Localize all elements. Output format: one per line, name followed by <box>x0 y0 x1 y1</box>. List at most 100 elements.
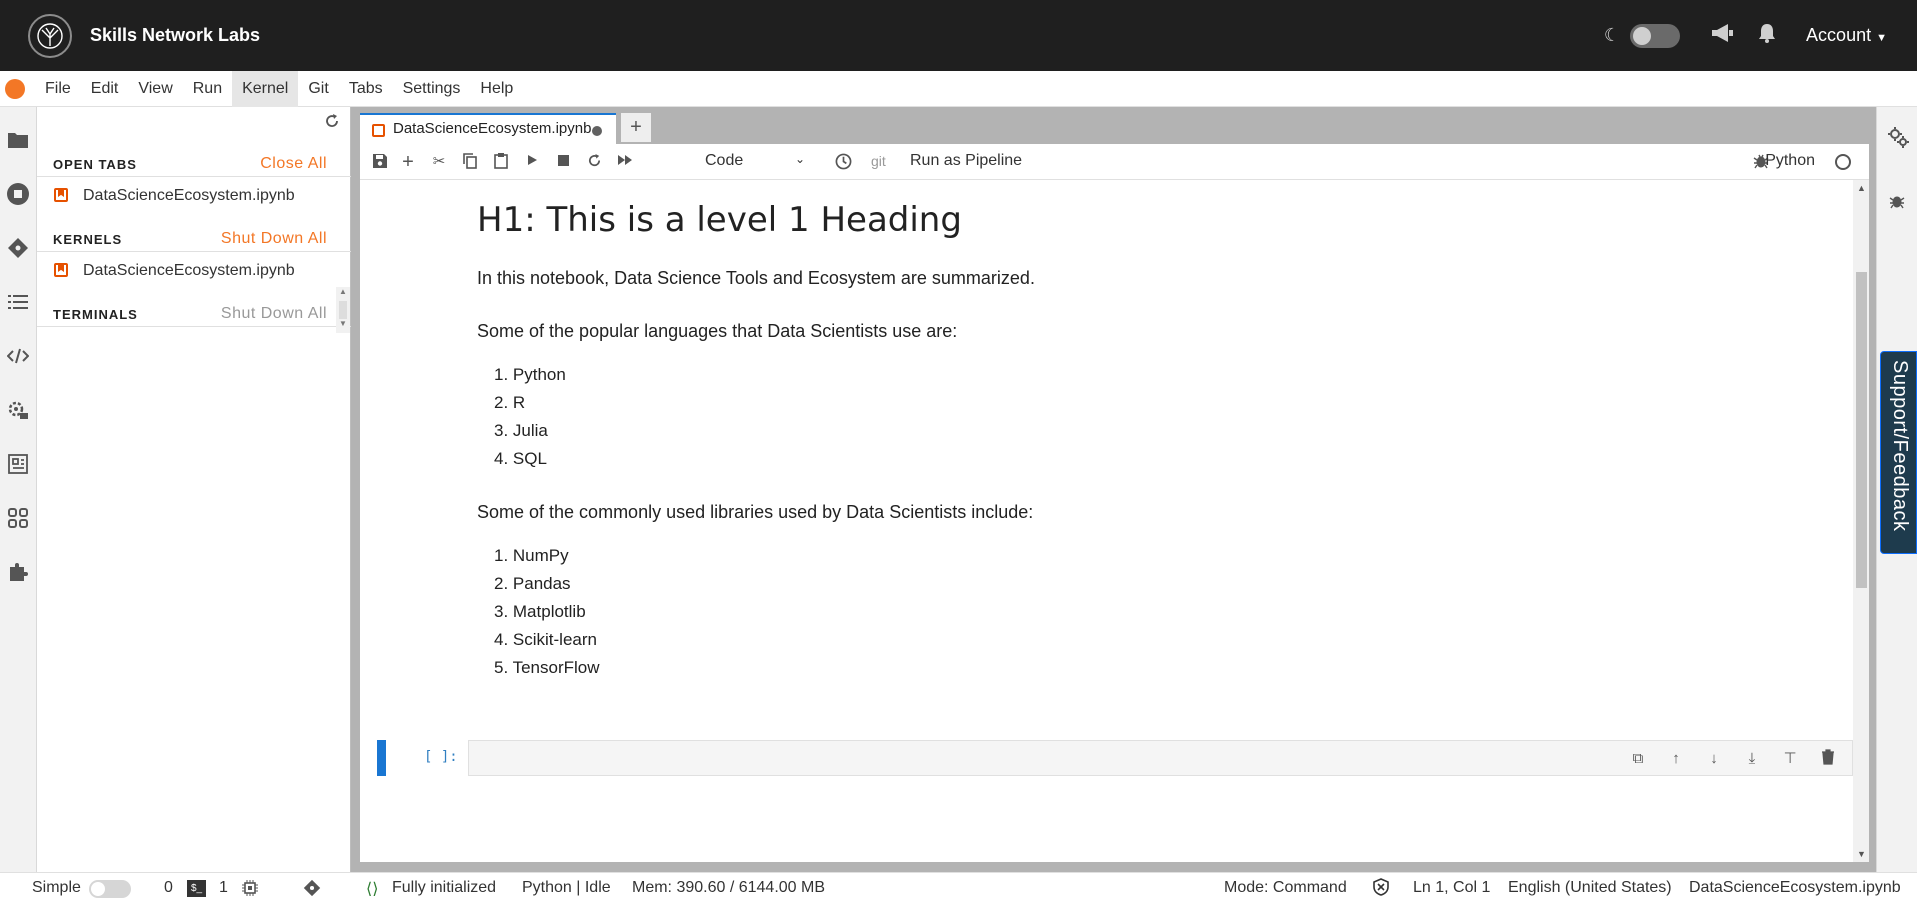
support-feedback-label: Support/Feedback <box>1889 360 1911 532</box>
language-selector[interactable]: English (United States) <box>1508 879 1672 897</box>
duplicate-cell-icon[interactable]: ⧉ <box>1628 749 1648 769</box>
libraries-list: 1. NumPy 2. Pandas 3. Matplotlib 4. Scik… <box>494 542 1677 682</box>
lsp-status-text[interactable]: Fully initialized <box>392 879 496 897</box>
lsp-status-icon[interactable]: ⟨⟩ <box>366 879 378 899</box>
move-up-icon[interactable]: ↑ <box>1666 749 1686 769</box>
code-cell[interactable]: [ ]: ⧉ ↑ ↓ ⤓ ⊤ <box>377 740 1853 776</box>
notebook-area: DataScienceEcosystem.ipynb + + ✂ Code ⌄ … <box>351 107 1876 872</box>
document-tab-bar: DataScienceEcosystem.ipynb + <box>351 107 1876 144</box>
notebook-mode[interactable]: Mode: Command <box>1224 879 1347 897</box>
components-icon[interactable] <box>6 506 30 530</box>
active-cell-indicator <box>377 740 386 776</box>
copy-icon[interactable] <box>461 153 479 171</box>
save-icon[interactable] <box>371 153 389 171</box>
code-editor[interactable]: ⧉ ↑ ↓ ⤓ ⊤ <box>468 740 1853 776</box>
list-item: 2. R <box>494 393 526 412</box>
cell-prompt: [ ]: <box>424 749 458 765</box>
cell-type-select[interactable]: Code ⌄ <box>705 152 805 170</box>
git-branch-icon[interactable] <box>303 879 321 902</box>
terminals-title: TERMINALS <box>53 307 138 322</box>
current-file-name: DataScienceEcosystem.ipynb <box>1689 879 1901 896</box>
open-tabs-title: OPEN TABS <box>53 157 137 172</box>
menu-run[interactable]: Run <box>183 71 232 107</box>
kernel-status[interactable]: Python | Idle <box>522 879 611 897</box>
menu-edit[interactable]: Edit <box>81 71 129 107</box>
code-snippets-icon[interactable] <box>6 344 30 368</box>
open-tab-item[interactable]: DataScienceEcosystem.ipynb <box>37 182 351 210</box>
languages-intro: Some of the popular languages that Data … <box>477 321 958 341</box>
kernel-status-icon <box>1835 154 1851 170</box>
terminal-icon[interactable]: $_ <box>187 880 206 897</box>
kernels-count[interactable]: 1 <box>219 879 228 897</box>
simple-mode-label: Simple <box>32 879 81 896</box>
shut-down-all-kernels-button[interactable]: Shut Down All <box>221 230 327 248</box>
shut-down-all-terminals-button[interactable]: Shut Down All <box>221 305 327 323</box>
scroll-down-icon[interactable]: ▼ <box>1857 849 1866 859</box>
run-as-pipeline-button[interactable]: Run as Pipeline <box>910 152 1022 170</box>
cursor-position[interactable]: Ln 1, Col 1 <box>1413 879 1490 897</box>
shield-icon[interactable] <box>1372 878 1390 901</box>
menu-settings[interactable]: Settings <box>393 71 471 107</box>
scroll-up-icon[interactable]: ▲ <box>336 287 350 301</box>
chevron-down-icon: ⌄ <box>794 152 805 166</box>
markdown-cell[interactable]: H1: This is a level 1 Heading In this no… <box>477 200 1677 711</box>
debugger-panel-icon[interactable] <box>1889 193 1905 214</box>
bell-icon[interactable] <box>1758 23 1776 48</box>
insert-cell-icon[interactable]: + <box>399 152 417 172</box>
terminals-count[interactable]: 0 <box>164 879 173 897</box>
kernel-name[interactable]: Python <box>1765 152 1815 170</box>
merge-cell-icon[interactable]: ⊤ <box>1780 749 1800 769</box>
list-item: 2. Pandas <box>494 574 571 593</box>
close-all-button[interactable]: Close All <box>260 155 327 173</box>
git-icon[interactable] <box>6 236 30 260</box>
restart-run-all-icon[interactable] <box>616 153 634 171</box>
new-launcher-button[interactable]: + <box>621 113 651 142</box>
run-icon[interactable] <box>523 153 541 171</box>
extension-panel-icon[interactable] <box>6 452 30 476</box>
menu-file[interactable]: File <box>35 71 81 107</box>
menu-kernel[interactable]: Kernel <box>232 70 299 107</box>
scroll-down-icon[interactable]: ▼ <box>336 319 350 333</box>
announcement-icon[interactable] <box>1710 23 1734 48</box>
folder-icon[interactable] <box>6 128 30 152</box>
list-item: 5. TensorFlow <box>494 658 600 677</box>
scroll-thumb[interactable] <box>1856 272 1867 588</box>
memory-usage: Mem: 390.60 / 6144.00 MB <box>632 879 825 896</box>
simple-mode-toggle[interactable] <box>89 880 131 898</box>
puzzle-extensions-icon[interactable] <box>6 560 30 584</box>
open-tabs-section: OPEN TABS Close All <box>37 151 351 177</box>
paste-icon[interactable] <box>492 153 510 171</box>
restart-icon[interactable] <box>585 153 603 171</box>
clock-icon[interactable] <box>834 153 852 171</box>
delete-cell-icon[interactable] <box>1818 749 1838 769</box>
property-inspector-icon[interactable] <box>1887 126 1909 153</box>
list-item: 3. Matplotlib <box>494 602 586 621</box>
menu-git[interactable]: Git <box>298 71 338 107</box>
menu-help[interactable]: Help <box>470 71 523 107</box>
unsaved-indicator-icon[interactable] <box>592 126 602 136</box>
git-diff-button[interactable]: git <box>871 153 886 169</box>
panel-scrollbar[interactable]: ▲ ▼ <box>336 287 350 333</box>
notebook-scrollbar[interactable]: ▲ ▼ <box>1853 180 1869 862</box>
stop-icon[interactable] <box>554 153 572 171</box>
notebook-tab[interactable]: DataScienceEcosystem.ipynb <box>360 113 616 144</box>
skills-network-logo[interactable] <box>28 13 72 58</box>
kernel-item[interactable]: DataScienceEcosystem.ipynb <box>37 257 351 285</box>
kernels-section: KERNELS Shut Down All <box>37 226 351 252</box>
support-feedback-button[interactable]: Support/Feedback <box>1880 351 1917 554</box>
insert-below-icon[interactable]: ⤓ <box>1742 749 1762 769</box>
menu-view[interactable]: View <box>128 71 182 107</box>
kernel-label: DataScienceEcosystem.ipynb <box>83 262 295 279</box>
table-of-contents-icon[interactable] <box>6 290 30 314</box>
refresh-icon[interactable] <box>324 113 340 129</box>
account-menu[interactable]: Account ▼ <box>1806 25 1887 46</box>
intro-text: In this notebook, Data Science Tools and… <box>477 268 1035 288</box>
dark-mode-toggle[interactable] <box>1630 23 1681 48</box>
libraries-intro: Some of the commonly used libraries used… <box>477 502 1034 522</box>
move-down-icon[interactable]: ↓ <box>1704 749 1724 769</box>
settings-users-icon[interactable] <box>6 398 30 422</box>
cut-icon[interactable]: ✂ <box>430 153 448 171</box>
running-sessions-icon[interactable] <box>6 182 30 206</box>
scroll-up-icon[interactable]: ▲ <box>1857 183 1866 193</box>
menu-tabs[interactable]: Tabs <box>339 71 393 107</box>
